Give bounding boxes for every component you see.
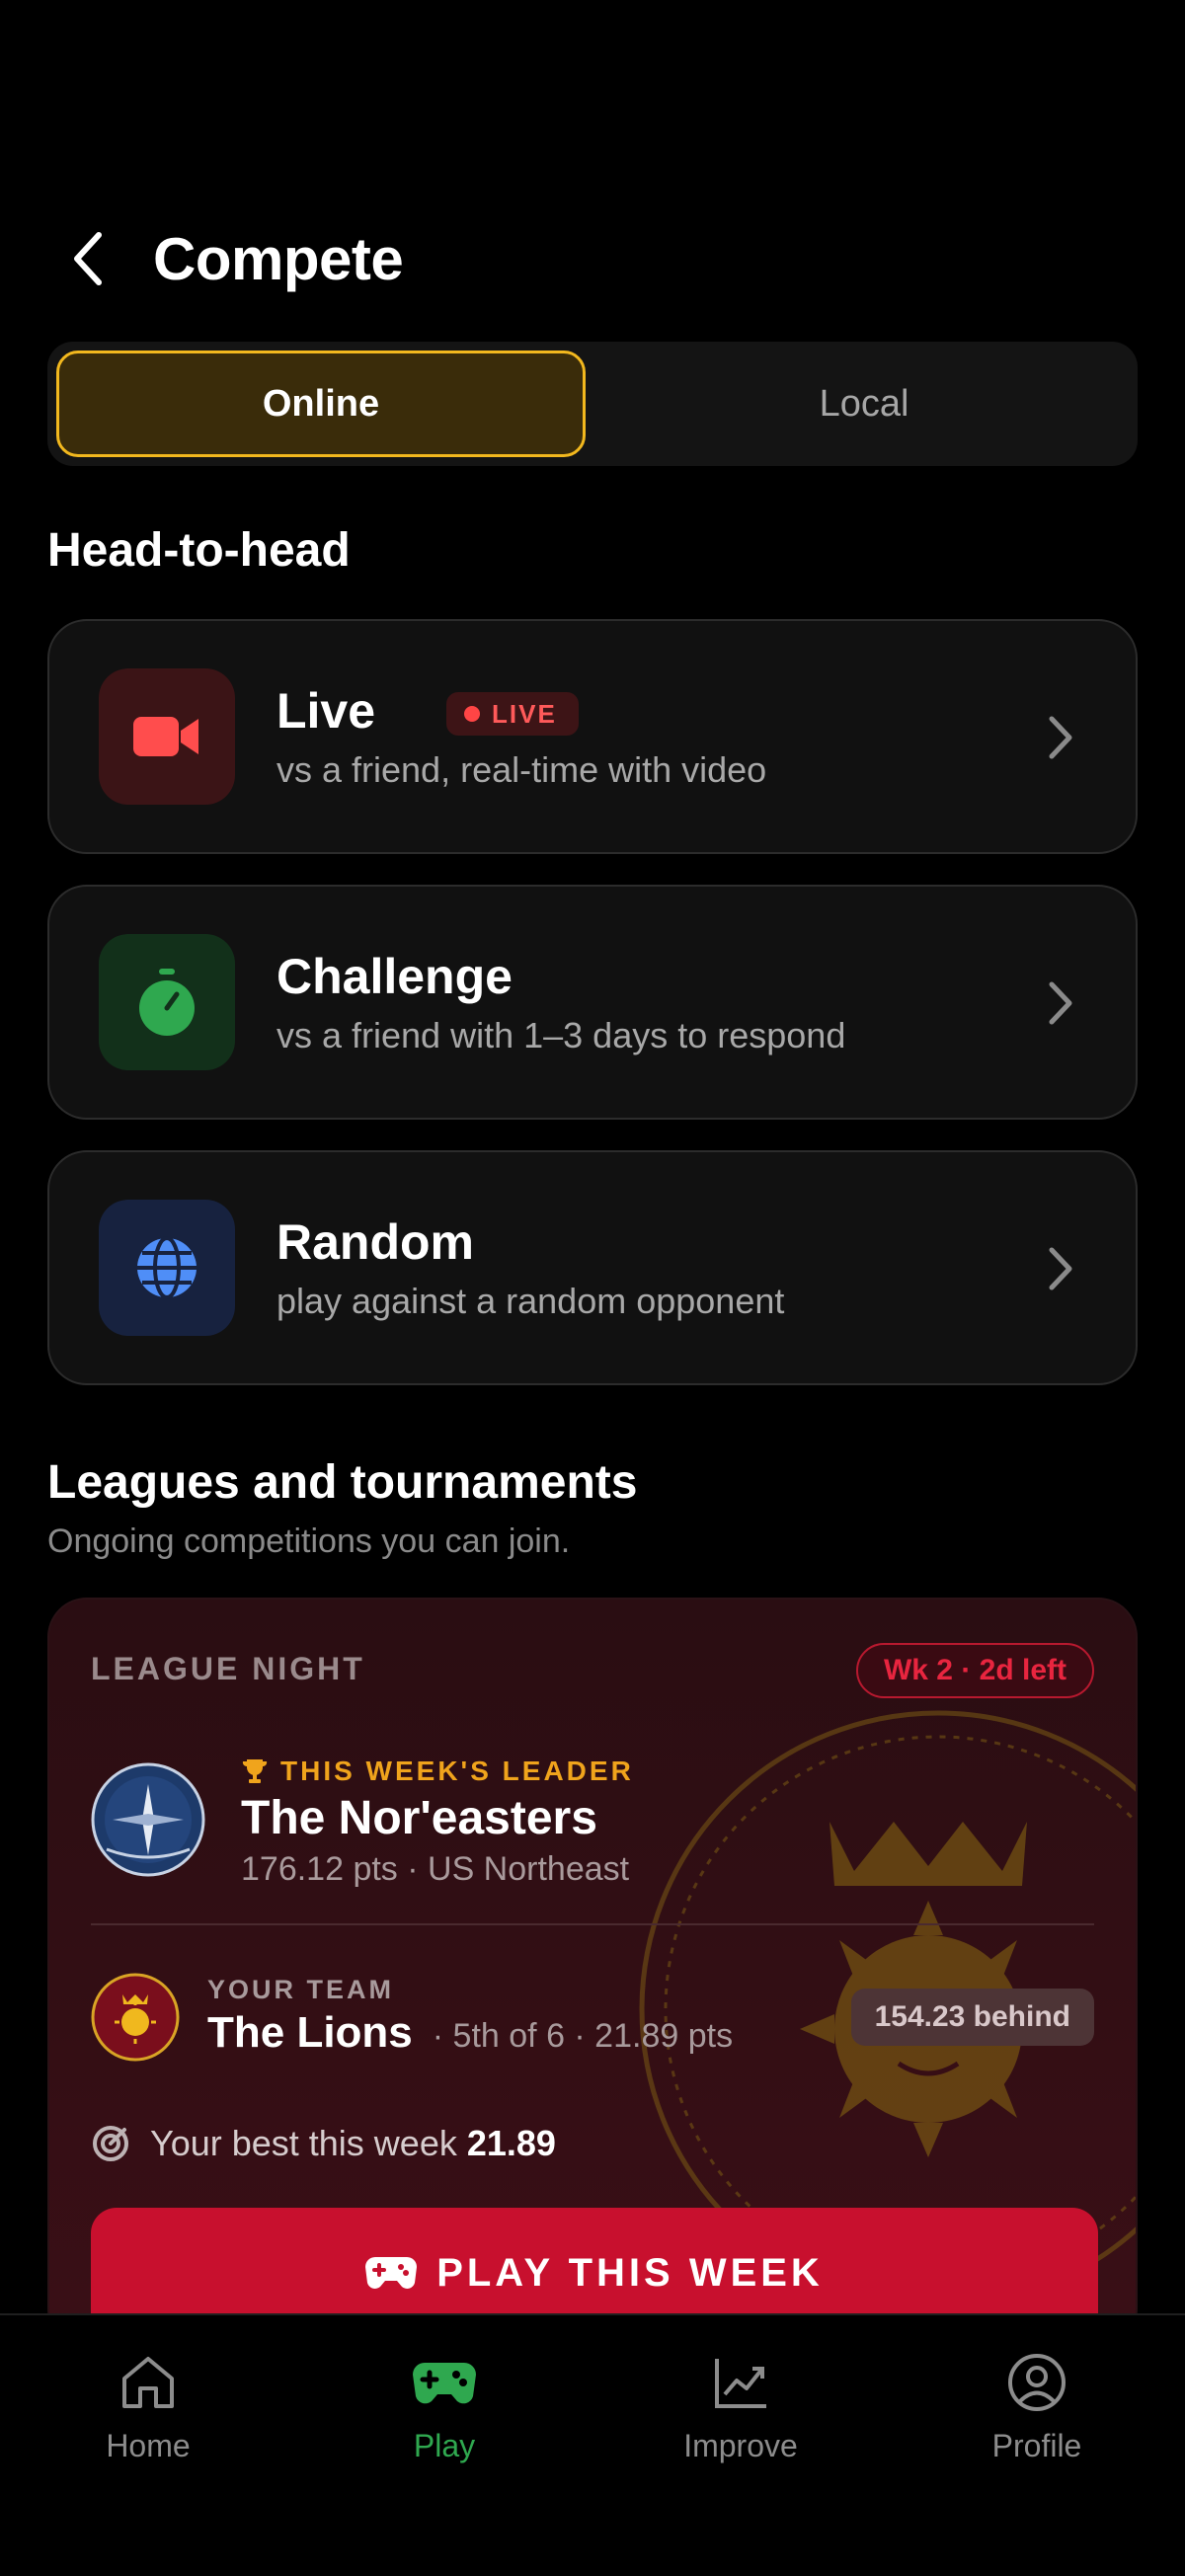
card-challenge-subtitle: vs a friend with 1–3 days to respond bbox=[276, 1015, 846, 1055]
tab-profile-label: Profile bbox=[991, 2428, 1082, 2463]
gamepad-icon bbox=[365, 2257, 418, 2289]
league-label: LEAGUE NIGHT bbox=[91, 1651, 365, 1686]
gamepad-icon bbox=[413, 2363, 476, 2404]
back-button[interactable] bbox=[59, 229, 118, 288]
card-random-title: Random bbox=[276, 1214, 474, 1270]
section-title-leagues: Leagues and tournaments bbox=[47, 1456, 638, 1509]
challenge-icon-tile bbox=[99, 934, 235, 1070]
header: Compete bbox=[0, 207, 1185, 316]
team-name: The Lions bbox=[207, 2008, 413, 2057]
league-card[interactable]: LEAGUE NIGHT Wk 2 · 2d left THIS WEEK'S … bbox=[47, 1598, 1138, 2348]
chevron-right-icon bbox=[1037, 714, 1084, 761]
behind-badge: 154.23 behind bbox=[850, 1989, 1094, 2046]
week-badge: Wk 2 · 2d left bbox=[855, 1643, 1094, 1698]
leader-tag: THIS WEEK'S LEADER bbox=[241, 1756, 634, 1787]
chevron-left-icon bbox=[74, 232, 102, 285]
play-this-week-label: PLAY THIS WEEK bbox=[436, 2251, 824, 2295]
card-random-subtitle: play against a random opponent bbox=[276, 1281, 785, 1321]
toggle-online[interactable]: Online bbox=[56, 351, 586, 457]
tab-profile[interactable]: Profile bbox=[889, 2353, 1185, 2481]
chevron-right-icon bbox=[1037, 1245, 1084, 1292]
page-title: Compete bbox=[153, 226, 404, 292]
team-line: The Lions · 5th of 6 · 21.89 pts bbox=[207, 2008, 733, 2058]
tab-home-label: Home bbox=[106, 2428, 191, 2463]
stopwatch-icon bbox=[139, 969, 195, 1036]
tab-home[interactable]: Home bbox=[0, 2353, 296, 2481]
live-icon-tile bbox=[99, 668, 235, 805]
user-circle-icon bbox=[1008, 2354, 1066, 2411]
section-title-head-to-head: Head-to-head bbox=[47, 524, 351, 577]
tab-play[interactable]: Play bbox=[296, 2353, 592, 2481]
toggle-local[interactable]: Local bbox=[599, 351, 1129, 457]
card-random[interactable]: Random play against a random opponent bbox=[47, 1150, 1138, 1385]
trophy-icon bbox=[242, 1759, 268, 1783]
tab-bar: Home Play Improve Profile bbox=[0, 2313, 1185, 2576]
card-live[interactable]: Live LIVE vs a friend, real-time with vi… bbox=[47, 619, 1138, 854]
best-value: 21.89 bbox=[466, 2123, 556, 2163]
card-challenge-title: Challenge bbox=[276, 949, 513, 1004]
team-tag: YOUR TEAM bbox=[207, 1975, 394, 2004]
card-challenge[interactable]: Challenge vs a friend with 1–3 days to r… bbox=[47, 885, 1138, 1120]
section-subtitle-leagues: Ongoing competitions you can join. bbox=[47, 1522, 571, 1560]
chevron-right-icon bbox=[1037, 979, 1084, 1027]
video-camera-icon bbox=[133, 717, 198, 756]
live-badge-label: LIVE bbox=[492, 698, 557, 729]
mode-toggle: Online Local bbox=[47, 342, 1138, 466]
compass-avatar-icon bbox=[91, 1762, 205, 1877]
globe-icon bbox=[137, 1236, 197, 1299]
live-badge: LIVE bbox=[446, 692, 579, 736]
team-meta: · 5th of 6 · 21.89 pts bbox=[432, 2017, 734, 2055]
best-label: Your best this week bbox=[150, 2123, 457, 2163]
card-live-title: Live bbox=[276, 683, 376, 739]
target-icon bbox=[93, 2126, 128, 2161]
random-icon-tile bbox=[99, 1200, 235, 1336]
tab-improve[interactable]: Improve bbox=[592, 2353, 889, 2481]
leader-name: The Nor'easters bbox=[241, 1792, 597, 1844]
trend-chart-icon bbox=[715, 2359, 766, 2408]
home-icon bbox=[122, 2357, 174, 2408]
leader-meta: 176.12 pts · US Northeast bbox=[241, 1850, 630, 1888]
tab-play-label: Play bbox=[413, 2428, 476, 2463]
divider bbox=[91, 1923, 1094, 1925]
live-dot bbox=[464, 706, 480, 722]
best-score-row: Your best this week 21.89 bbox=[91, 2123, 556, 2164]
card-live-subtitle: vs a friend, real-time with video bbox=[276, 749, 767, 790]
lion-avatar-icon bbox=[91, 1973, 180, 2062]
leader-tag-label: THIS WEEK'S LEADER bbox=[280, 1756, 634, 1786]
tab-improve-label: Improve bbox=[683, 2428, 798, 2463]
